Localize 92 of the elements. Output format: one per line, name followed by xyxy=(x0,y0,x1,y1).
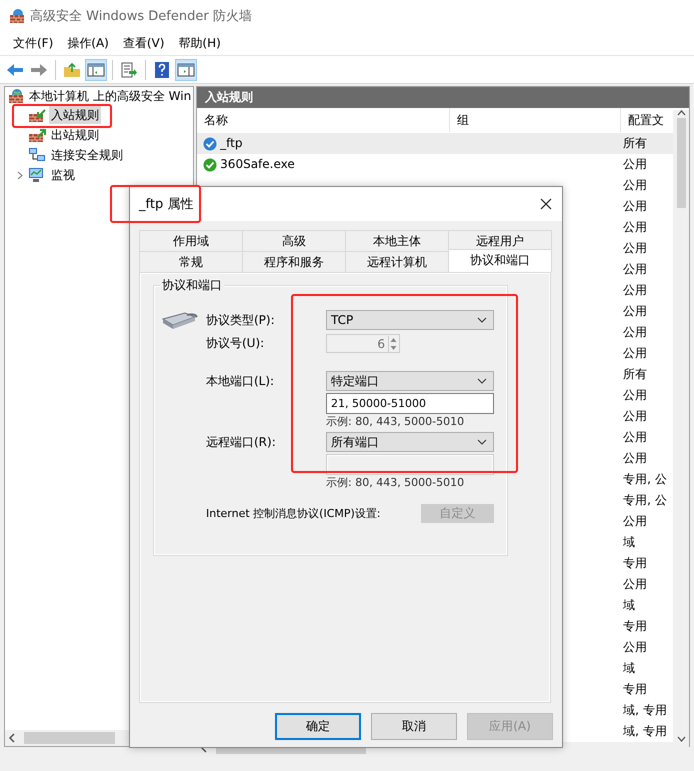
scroll-left-icon xyxy=(8,733,16,743)
toolbar-button[interactable] xyxy=(175,58,197,80)
monitor-icon xyxy=(28,167,46,183)
firewall-icon xyxy=(28,107,46,123)
table-cell-text: 公用 xyxy=(623,282,648,299)
table-cell-text: 公用 xyxy=(623,513,648,530)
table-cell-text: 公用 xyxy=(623,303,648,320)
menu-item[interactable]: 帮助(H) xyxy=(171,33,228,53)
table-cell-text: 专用 xyxy=(623,618,648,635)
table-cell-text: 公用 xyxy=(623,639,648,656)
table-cell-text: 公用 xyxy=(623,198,648,215)
network-icon xyxy=(28,147,46,163)
pane-header: 入站规则 xyxy=(197,87,690,108)
scroll-down-icon xyxy=(676,736,686,742)
tab[interactable]: 协议和端口 xyxy=(448,249,552,272)
hint-text: 示例: 80, 443, 5000-5010 xyxy=(326,415,464,429)
table-row[interactable]: 360Safe.exe 公用 xyxy=(197,154,674,175)
help-icon xyxy=(154,60,170,78)
spin-down-icon xyxy=(389,344,398,352)
scrollbar-thumb[interactable] xyxy=(676,118,686,208)
table-cell-text: 公用 xyxy=(623,387,648,404)
dropdown[interactable]: TCP xyxy=(326,310,494,330)
firewall-icon xyxy=(28,127,46,143)
chevron-down-icon xyxy=(477,378,487,384)
table-cell-text: 专用, 公 xyxy=(623,471,667,488)
chevron-down-icon xyxy=(477,439,487,445)
dialog-title: _ftp 属性 xyxy=(139,196,194,213)
firewall-icon xyxy=(9,8,25,24)
table-cell-text: 360Safe.exe xyxy=(220,156,295,173)
tree-item[interactable]: 监视 xyxy=(49,166,77,184)
dropdown[interactable]: 所有端口 xyxy=(326,432,494,452)
table-cell-text: _ftp xyxy=(220,135,243,152)
menu-item[interactable]: 文件(F) xyxy=(6,33,60,53)
table-cell-text: 公用 xyxy=(623,408,648,425)
column-header[interactable]: 名称 xyxy=(197,108,450,132)
table-cell-text: 域 xyxy=(623,534,636,551)
group-title: 协议和端口 xyxy=(160,278,224,293)
scroll-up-icon xyxy=(676,110,686,116)
dialog-button[interactable]: 取消 xyxy=(371,713,457,740)
dialog-button[interactable]: 确定 xyxy=(275,713,361,740)
export-list-icon xyxy=(120,62,138,78)
table-cell-text: 公用 xyxy=(623,450,648,467)
toolbar-button[interactable] xyxy=(85,58,107,80)
firewall-icon xyxy=(8,88,24,104)
table-cell-text: 专用 xyxy=(623,681,648,698)
column-header[interactable]: 配置文 xyxy=(621,108,674,132)
table-cell-text: 公用 xyxy=(623,261,648,278)
table-cell-text: 公用 xyxy=(623,345,648,362)
table-cell-text: 公用 xyxy=(623,219,648,236)
table-row[interactable]: _ftp 所有 xyxy=(197,133,674,154)
table-cell-text: 域 xyxy=(623,597,636,614)
pane-icon xyxy=(87,62,105,78)
dropdown[interactable]: 特定端口 xyxy=(326,371,494,391)
folder-icon xyxy=(63,62,81,78)
table-cell-text: 域 xyxy=(623,660,636,677)
tree-item[interactable]: 入站规则 xyxy=(49,106,101,124)
field-label: 协议类型(P): xyxy=(206,312,276,328)
forward-arrow-icon xyxy=(30,62,48,78)
field-label: 本地端口(L): xyxy=(206,372,276,390)
table-cell-text: 公用 xyxy=(623,429,648,446)
field-label: Internet 控制消息协议(ICMP)设置: xyxy=(206,508,382,520)
close-icon[interactable] xyxy=(540,198,552,210)
chevron-down-icon xyxy=(477,317,487,323)
tree-item[interactable]: 本地计算机 上的高级安全 Win xyxy=(27,87,194,105)
menu-item[interactable]: 操作(A) xyxy=(60,33,116,53)
back-arrow-icon xyxy=(6,62,24,78)
tab[interactable]: 作用域 xyxy=(139,230,243,251)
menu-item[interactable]: 查看(V) xyxy=(116,33,172,53)
tree-item[interactable]: 出站规则 xyxy=(49,126,101,144)
tree-item[interactable]: 连接安全规则 xyxy=(49,146,125,164)
tab[interactable]: 远程用户 xyxy=(448,230,552,251)
table-cell-text: 所有 xyxy=(623,366,648,383)
table-cell-text: 公用 xyxy=(623,156,648,173)
column-header[interactable]: 组 xyxy=(450,108,622,132)
table-cell-text: 所有 xyxy=(623,135,648,152)
hint-text: 示例: 80, 443, 5000-5010 xyxy=(326,476,464,490)
field-label: 协议号(U): xyxy=(206,335,266,352)
spin-up-icon xyxy=(389,336,398,344)
table-cell-text: 域, 专用 xyxy=(623,702,667,719)
table-cell-text: 公用 xyxy=(623,324,648,341)
tab[interactable]: 常规 xyxy=(139,251,243,272)
table-cell-text: 专用, 公 xyxy=(623,492,667,509)
scrollbar-thumb[interactable] xyxy=(24,732,115,744)
table-cell-text: 公用 xyxy=(623,576,648,593)
table-cell-text: 专用 xyxy=(623,555,648,572)
input-field[interactable]: 21, 50000-51000 xyxy=(326,393,494,414)
pane-icon xyxy=(177,62,195,78)
table-cell-text: 公用 xyxy=(623,177,648,194)
window-title: 高级安全 Windows Defender 防火墙 xyxy=(30,8,252,24)
field-label: 远程端口(R): xyxy=(206,434,277,450)
table-cell-text: 域, 专用 xyxy=(623,723,667,740)
table-cell-text: 公用 xyxy=(623,240,648,257)
